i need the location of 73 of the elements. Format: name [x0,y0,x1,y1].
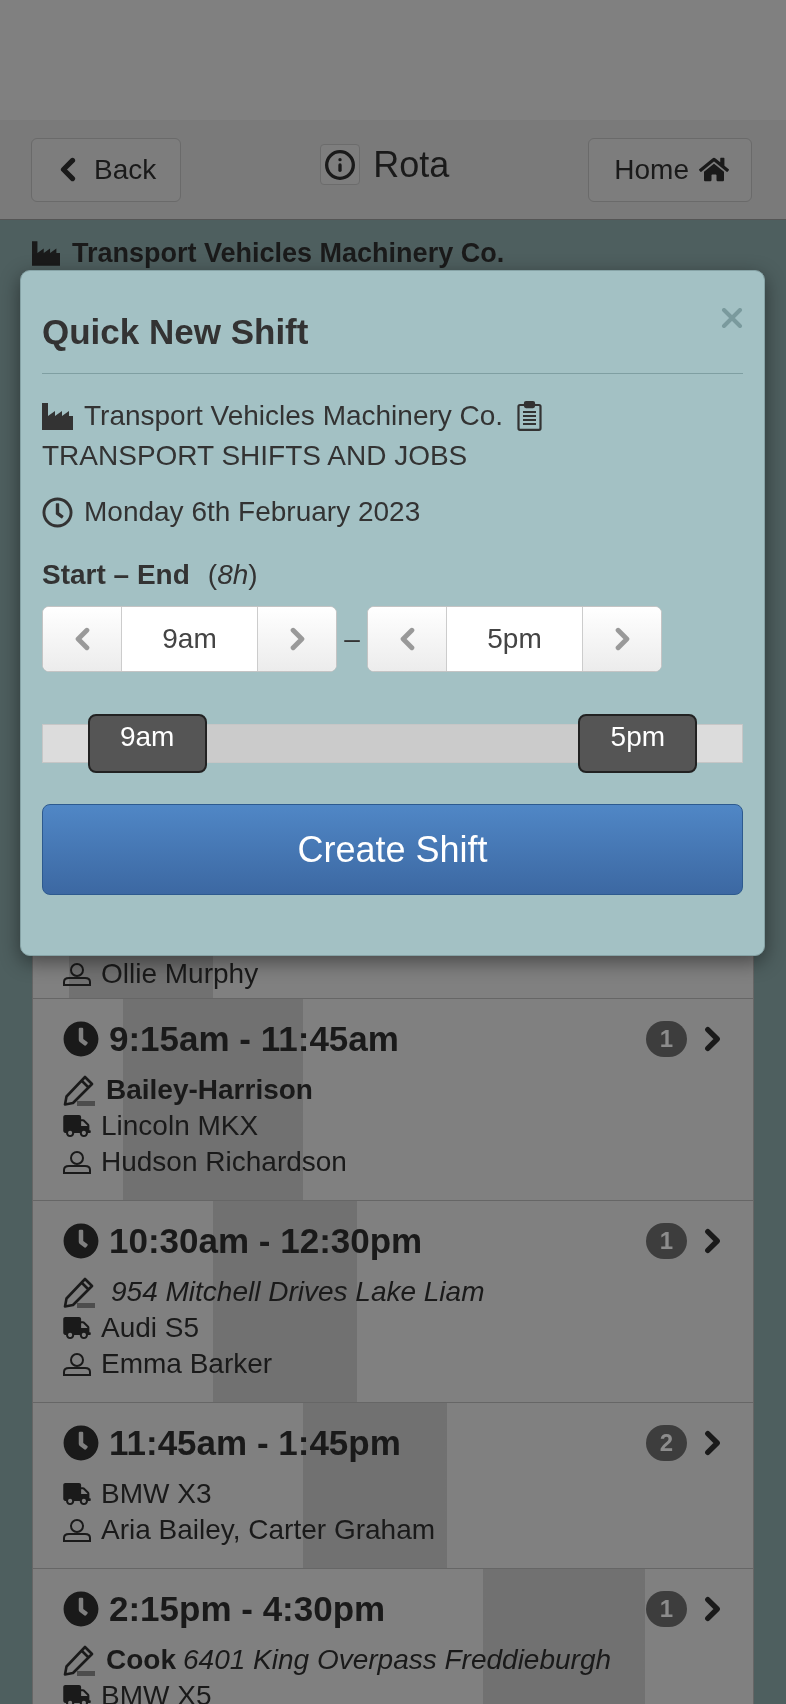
clock-icon [63,1021,99,1057]
shift-list-item[interactable]: 11:45am - 1:45pm 2 BMW X3 Aria Bailey, Carter Graham [33,1402,753,1568]
clock-icon [42,496,73,528]
chevron-left-icon [398,627,416,651]
home-icon [699,156,729,183]
shift-list-item[interactable]: 10:30am - 12:30pm 1 954 Mitchell Drives Lake Liam Audi S5 Emma Barker [33,1200,753,1402]
shift-time: 10:30am - 12:30pm [109,1221,423,1261]
home-button[interactable]: Home [588,137,752,202]
factory-icon [42,402,73,430]
info-icon [324,148,357,181]
factory-icon [32,239,60,267]
range-dash: – [343,622,361,656]
staff-names: Aria Bailey, Carter Graham [101,1514,436,1546]
close-button[interactable] [721,308,743,328]
clock-icon [63,1425,99,1461]
modal-title: Quick New Shift [42,312,309,352]
truck-icon [63,1317,91,1339]
chevron-right-icon [703,1430,722,1456]
vehicle-name: BMW X3 [101,1478,212,1510]
previous-button[interactable] [368,607,447,671]
duration-text: (8h) [207,558,258,592]
shift-time: 11:45am - 1:45pm [109,1423,401,1463]
vehicle-name: Audi S5 [101,1312,200,1344]
chevron-right-icon [703,1596,722,1622]
slider-thumb[interactable]: 9am [87,714,207,773]
next-button[interactable] [257,607,336,671]
chevron-right-icon [703,1228,722,1254]
job-name: TRANSPORT SHIFTS AND JOBS [42,440,468,471]
client-name: Bailey-Harrison [106,1074,313,1106]
count-badge: 1 [646,1021,687,1057]
truck-icon [63,1685,91,1704]
close-icon [721,308,743,328]
shift-list-item[interactable]: 9:15am - 11:45am 1 Bailey-Harrison Lincoln MKX Hudson Richardson [33,998,753,1200]
slider-thumb[interactable]: 5pm [578,714,698,773]
time-range-label: Start – End [42,558,190,592]
pencil-icon [63,1074,95,1106]
vehicle-name: Lincoln MKX [101,1110,259,1142]
count-badge: 1 [646,1223,687,1259]
info-button[interactable] [320,144,361,185]
job-address: 954 Mitchell Drives Lake Liam [111,1276,485,1308]
pencil-icon [63,1644,95,1676]
clipboard-icon [517,401,543,431]
person-icon [63,962,91,986]
truck-icon [63,1115,91,1137]
shift-date: Monday 6th February 2023 [84,495,421,529]
previous-button[interactable] [43,607,122,671]
person-icon [63,1352,91,1376]
pencil-icon [63,1276,95,1308]
staff-names: Emma Barker [101,1348,273,1380]
chevron-right-icon [613,627,631,651]
chevron-left-icon [59,157,77,182]
staff-names: Ollie Murphy [101,958,259,990]
count-badge: 1 [646,1591,687,1627]
shift-time: 2:15pm - 4:30pm [109,1589,386,1629]
next-button[interactable] [582,607,661,671]
chevron-left-icon [73,627,91,651]
company-heading: Transport Vehicles Machinery Co. [72,238,505,268]
staff-names: Hudson Richardson [101,1146,347,1178]
page-title: Rota [373,144,450,185]
shift-time: 9:15am - 11:45am [109,1019,399,1059]
client-name: Cook [106,1644,176,1676]
truck-icon [63,1483,91,1505]
person-icon [63,1150,91,1174]
clock-icon [63,1223,99,1259]
chevron-right-icon [703,1026,722,1052]
back-button[interactable]: Back [31,137,182,202]
person-icon [63,1518,91,1542]
company-name: Transport Vehicles Machinery Co. [84,399,504,433]
count-badge: 2 [646,1425,687,1461]
chevron-right-icon [288,627,306,651]
clock-icon [63,1591,99,1627]
job-address: 6401 King Overpass Freddieburgh [183,1644,612,1676]
create-shift-button[interactable]: Create Shift [42,804,743,895]
